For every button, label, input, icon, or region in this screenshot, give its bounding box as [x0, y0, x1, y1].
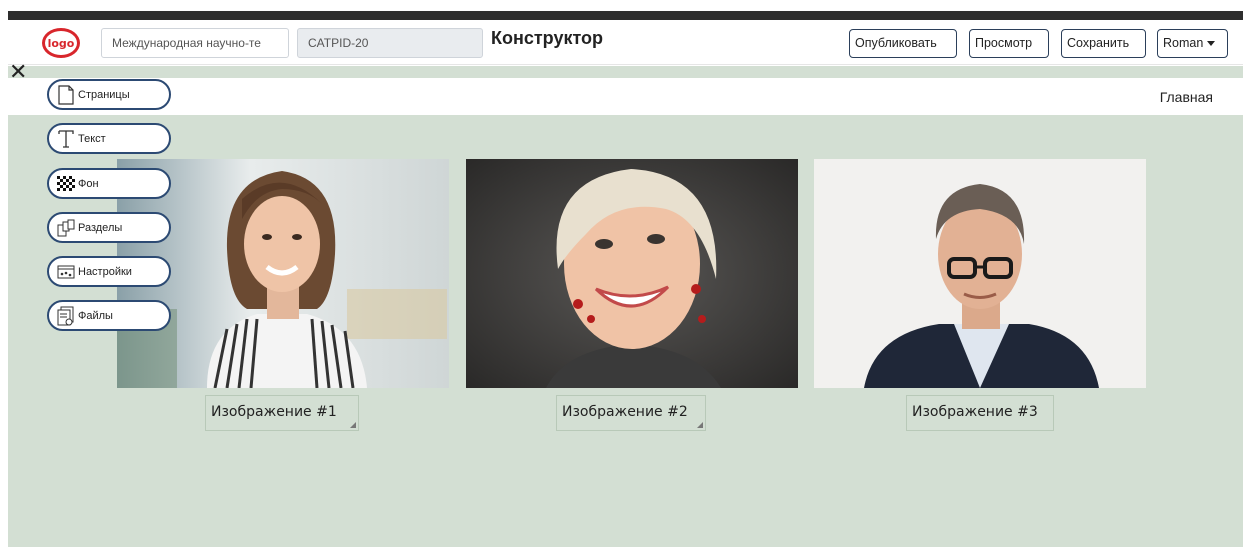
header-bar: logo Международная научно-те CATPID-20 К…	[8, 20, 1243, 65]
tool-pages-button[interactable]: Страницы	[47, 79, 171, 110]
user-menu-button[interactable]: Roman	[1157, 29, 1228, 58]
image-1-caption-text: Изображение #1	[211, 404, 337, 420]
tool-text-label: Текст	[78, 132, 106, 145]
portrait-2	[466, 159, 798, 388]
resize-grip-icon[interactable]	[350, 422, 356, 428]
tool-background-button[interactable]: Фон	[47, 168, 171, 199]
tool-sections-button[interactable]: Разделы	[47, 212, 171, 243]
preview-button[interactable]: Просмотр	[969, 29, 1049, 58]
tool-sections-label: Разделы	[78, 221, 123, 234]
checker-icon	[57, 174, 75, 194]
tool-settings-button[interactable]: Настройки	[47, 256, 171, 287]
sections-icon	[57, 218, 75, 238]
user-name: Roman	[1163, 36, 1204, 50]
close-icon[interactable]: ✕	[9, 62, 27, 84]
page-title: Конструктор	[491, 28, 604, 48]
settings-icon	[57, 262, 75, 282]
image-2[interactable]	[466, 159, 798, 388]
event-code-field[interactable]: CATPID-20	[297, 28, 483, 58]
image-3[interactable]	[814, 159, 1146, 388]
text-icon	[57, 129, 75, 149]
portrait-3	[814, 159, 1146, 388]
tool-text-button[interactable]: Текст	[47, 123, 171, 154]
tool-files-label: Файлы	[78, 309, 113, 322]
save-button[interactable]: Сохранить	[1061, 29, 1146, 58]
organization-field[interactable]: Международная научно-те	[101, 28, 289, 58]
site-navbar: Главная	[8, 78, 1243, 115]
top-dark-strip	[8, 11, 1243, 20]
resize-grip-icon[interactable]	[697, 422, 703, 428]
tool-pages-label: Страницы	[78, 88, 130, 101]
publish-button[interactable]: Опубликовать	[849, 29, 957, 58]
files-icon	[57, 306, 75, 326]
logo[interactable]: logo	[42, 28, 80, 58]
page-icon	[57, 84, 75, 105]
image-1-caption[interactable]: Изображение #1	[205, 395, 359, 431]
tool-background-label: Фон	[78, 177, 99, 190]
image-3-caption[interactable]: Изображение #3	[906, 395, 1054, 431]
image-3-caption-text: Изображение #3	[912, 404, 1038, 420]
logo-text: logo	[47, 36, 75, 50]
tool-settings-label: Настройки	[78, 265, 132, 278]
image-2-caption-text: Изображение #2	[562, 404, 688, 420]
caret-down-icon	[1207, 41, 1216, 47]
image-2-caption[interactable]: Изображение #2	[556, 395, 706, 431]
nav-item-home[interactable]: Главная	[1160, 89, 1213, 105]
tool-files-button[interactable]: Файлы	[47, 300, 171, 331]
